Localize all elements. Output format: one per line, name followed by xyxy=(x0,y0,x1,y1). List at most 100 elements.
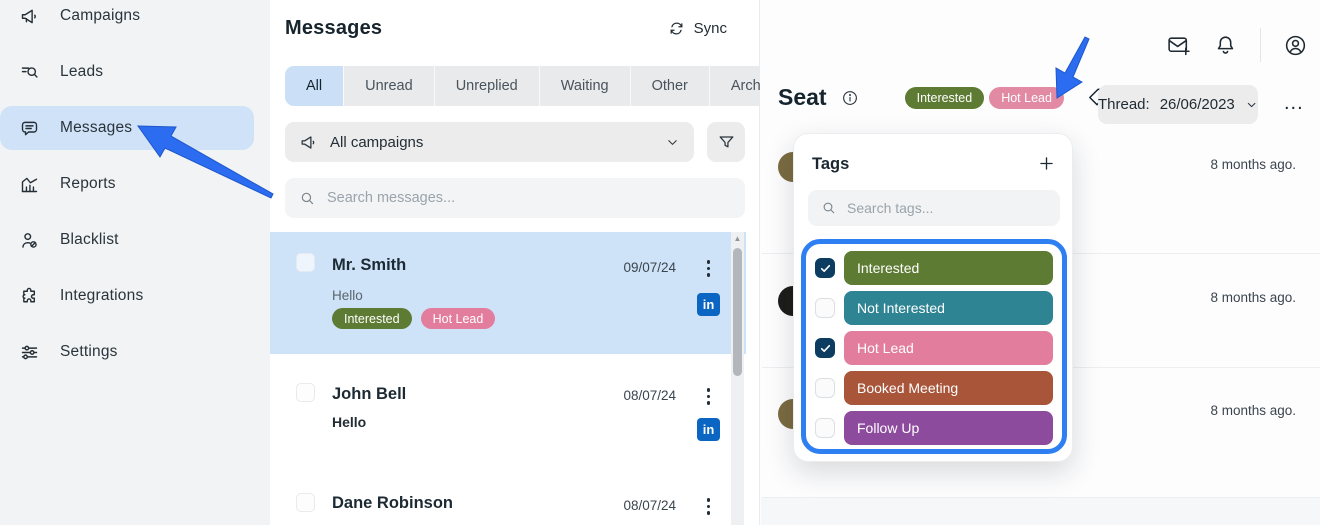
message-timestamp: 8 months ago. xyxy=(1210,290,1296,305)
conversation-list: Mr. Smith 09/07/24 Hello Interested Hot … xyxy=(270,232,746,525)
scrollbar-thumb[interactable] xyxy=(733,248,742,376)
tag-pill-hot-lead: Hot Lead xyxy=(989,87,1064,109)
tag-pill-interested: Interested xyxy=(905,87,985,109)
message-timestamp: 8 months ago. xyxy=(1210,403,1296,418)
search-placeholder: Search messages... xyxy=(327,190,455,206)
conversation-row[interactable]: Dane Robinson 08/07/24 xyxy=(270,486,746,525)
tag-option-hot-lead: Hot Lead xyxy=(815,331,1053,365)
sidebar-item-reports[interactable]: Reports xyxy=(0,162,254,206)
sidebar-item-messages[interactable]: Messages xyxy=(0,106,254,150)
sync-icon xyxy=(668,20,685,37)
sidebar-item-blacklist[interactable]: Blacklist xyxy=(0,218,254,262)
more-options-button[interactable]: ... xyxy=(1284,92,1304,115)
thread-select-value: 26/06/2023 xyxy=(1160,96,1235,113)
info-icon[interactable] xyxy=(841,89,859,107)
tab-other[interactable]: Other xyxy=(631,66,710,106)
tag-option-interested: Interested xyxy=(815,251,1053,285)
sidebar-item-label: Leads xyxy=(60,63,103,81)
user-block-icon xyxy=(18,229,40,251)
tag-option-booked-meeting: Booked Meeting xyxy=(815,371,1053,405)
row-menu-icon[interactable] xyxy=(703,256,715,281)
conversation-row-selected[interactable]: Mr. Smith 09/07/24 Hello Interested Hot … xyxy=(270,232,746,354)
campaign-select[interactable]: All campaigns xyxy=(285,122,694,162)
row-menu-icon[interactable] xyxy=(703,384,715,409)
megaphone-icon xyxy=(299,133,318,152)
message-date: 08/07/24 xyxy=(600,388,676,403)
thread-header: Seat Interested Hot Lead xyxy=(778,84,1109,111)
megaphone-icon xyxy=(18,5,40,27)
tag-checkbox[interactable] xyxy=(815,378,835,398)
tag-pill-hot-lead: Hot Lead xyxy=(421,308,496,329)
linkedin-icon[interactable]: in xyxy=(697,293,720,316)
tab-waiting[interactable]: Waiting xyxy=(540,66,631,106)
chevron-down-icon xyxy=(665,135,680,150)
sidebar: Campaigns Leads Messages Reports xyxy=(0,0,270,525)
tag-list-highlight: Interested Not Interested Hot Lead Booke… xyxy=(801,239,1067,454)
new-message-icon[interactable] xyxy=(1166,33,1191,58)
search-icon xyxy=(299,190,316,207)
composer-area xyxy=(761,498,1320,525)
tags-popup-title: Tags xyxy=(812,155,849,174)
topbar-icons xyxy=(1166,28,1308,62)
scroll-up-icon[interactable]: ▲ xyxy=(734,232,742,246)
row-checkbox[interactable] xyxy=(296,493,315,512)
tag-checkbox[interactable] xyxy=(815,298,835,318)
tag-checkbox-checked[interactable] xyxy=(815,258,835,278)
message-date: 09/07/24 xyxy=(600,260,676,275)
notifications-bell-icon[interactable] xyxy=(1213,33,1238,58)
sidebar-item-integrations[interactable]: Integrations xyxy=(0,274,254,318)
message-date: 08/07/24 xyxy=(600,498,676,513)
sidebar-item-label: Messages xyxy=(60,119,132,137)
sidebar-item-label: Integrations xyxy=(60,287,143,305)
chart-icon xyxy=(18,173,40,195)
account-avatar-icon[interactable] xyxy=(1283,33,1308,58)
list-scrollbar[interactable]: ▲ xyxy=(731,232,744,525)
tag-checkbox[interactable] xyxy=(815,418,835,438)
tag-bar[interactable]: Interested xyxy=(844,251,1053,285)
sidebar-item-label: Reports xyxy=(60,175,116,193)
search-tags-placeholder: Search tags... xyxy=(847,200,933,216)
funnel-icon xyxy=(717,133,736,152)
sidebar-nav: Campaigns Leads Messages Reports xyxy=(0,0,270,374)
messages-panel: Messages Sync All Unread Unreplied Waiti… xyxy=(270,0,760,525)
conversation-row[interactable]: John Bell 08/07/24 Hello in xyxy=(270,364,746,478)
contact-name: John Bell xyxy=(332,385,406,404)
sidebar-item-label: Campaigns xyxy=(60,7,140,25)
row-checkbox[interactable] xyxy=(296,383,315,402)
tag-pill-interested: Interested xyxy=(332,308,412,329)
tag-bar[interactable]: Hot Lead xyxy=(844,331,1053,365)
search-icon xyxy=(821,200,837,216)
filter-button[interactable] xyxy=(707,122,745,162)
message-filter-tabs: All Unread Unreplied Waiting Other Archi… xyxy=(285,66,808,106)
sidebar-item-label: Settings xyxy=(60,343,118,361)
contact-name: Dane Robinson xyxy=(332,494,453,513)
tag-option-not-interested: Not Interested xyxy=(815,291,1053,325)
sidebar-item-settings[interactable]: Settings xyxy=(0,330,254,374)
puzzle-icon xyxy=(18,285,40,307)
chevron-down-icon xyxy=(1245,98,1258,112)
linkedin-icon[interactable]: in xyxy=(697,418,720,441)
sidebar-item-campaigns[interactable]: Campaigns xyxy=(0,0,254,38)
sync-label: Sync xyxy=(694,20,727,37)
sidebar-item-leads[interactable]: Leads xyxy=(0,50,254,94)
tag-bar[interactable]: Booked Meeting xyxy=(844,371,1053,405)
thread-date-select[interactable]: Thread: 26/06/2023 xyxy=(1098,85,1258,124)
topbar-divider xyxy=(1260,28,1261,62)
thread-panel: Seat Interested Hot Lead Thread: 26/06/2… xyxy=(760,0,1320,525)
search-messages-input[interactable]: Search messages... xyxy=(285,178,745,218)
add-tag-icon[interactable] xyxy=(1035,152,1058,175)
tag-bar[interactable]: Follow Up xyxy=(844,411,1053,445)
tab-all[interactable]: All xyxy=(285,66,344,106)
tab-unreplied[interactable]: Unreplied xyxy=(435,66,540,106)
tab-unread[interactable]: Unread xyxy=(344,66,435,106)
tag-bar[interactable]: Not Interested xyxy=(844,291,1053,325)
leads-search-icon xyxy=(18,61,40,83)
row-menu-icon[interactable] xyxy=(703,494,715,519)
sliders-icon xyxy=(18,341,40,363)
search-tags-input[interactable]: Search tags... xyxy=(808,190,1060,226)
sync-button[interactable]: Sync xyxy=(668,20,727,37)
row-checkbox[interactable] xyxy=(296,253,315,272)
message-preview: Hello xyxy=(332,414,366,430)
row-tags: Interested Hot Lead xyxy=(332,308,495,329)
tag-checkbox-checked[interactable] xyxy=(815,338,835,358)
